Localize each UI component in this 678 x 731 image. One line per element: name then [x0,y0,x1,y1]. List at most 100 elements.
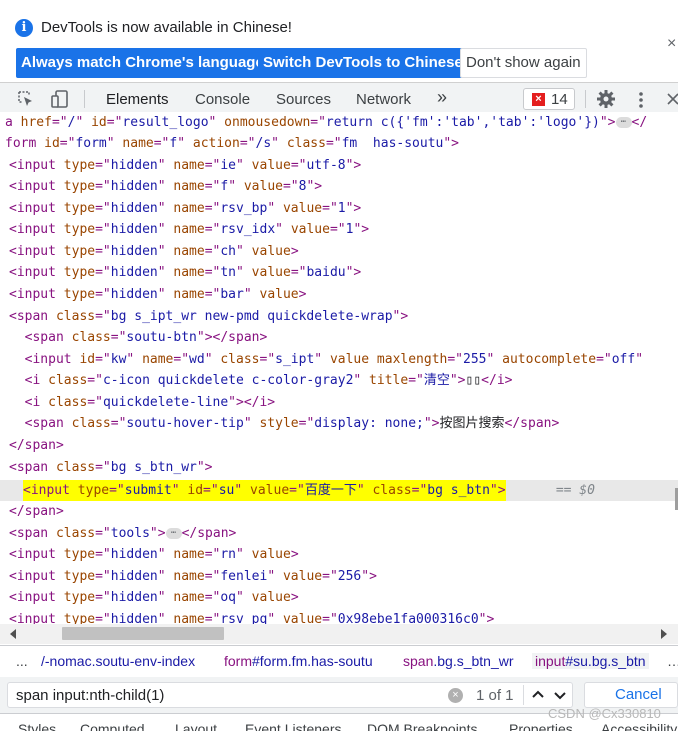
dom-line[interactable]: <input type="hidden" name="f" value="8"> [9,176,322,197]
tag-token: "></i> [228,395,276,410]
tag-token: "> [196,460,213,475]
scroll-left-arrow-icon[interactable] [10,629,16,639]
scroll-right-arrow-icon[interactable] [661,629,667,639]
tag-token: <span [9,416,72,431]
breadcrumb-item[interactable]: form#form.fm.has-soutu [224,653,373,669]
attr-value-token: 256 [337,569,362,584]
tag-token: "> [443,136,460,151]
cancel-search-button[interactable]: Cancel [584,682,678,708]
inspect-element-icon[interactable] [17,90,35,108]
dom-line[interactable]: <span class="bg s_btn_wr"> [9,457,213,478]
tag-token: =" [95,222,111,237]
dom-line[interactable]: <span class="soutu-hover-tip" style="dis… [9,413,560,434]
collapsed-ellipsis-icon[interactable]: ⋯ [165,528,182,539]
attr-value-token: return c({'fm':'tab','tab':'logo'}) [325,115,600,130]
attr-value-token: rsv_pq [220,612,268,624]
tag-token: =" [447,352,464,367]
tag-token: =" [95,547,111,562]
device-toolbar-icon[interactable] [50,89,70,109]
error-count-badge[interactable]: × 14 [523,88,575,110]
attr-value-token: quickdelete-line [102,395,229,410]
tag-token: > [290,547,299,562]
breadcrumb-more[interactable]: ... [16,653,28,669]
tag-token: " [157,590,174,605]
dont-show-again-button[interactable]: Don't show again [460,48,587,78]
dom-line[interactable]: <input type="hidden" name="tn" value="ba… [9,262,361,283]
horizontal-scrollbar-thumb[interactable] [62,627,224,640]
attr-name-token: name [173,265,205,280]
attr-name-token: type [63,265,96,280]
tag-token: =" [298,416,315,431]
dom-line[interactable]: <input type="hidden" name="ie" value="ut… [9,155,361,176]
tab-elements[interactable]: Elements [106,91,169,108]
tag-token: "> [361,569,377,584]
attr-name-token: action [192,136,240,151]
tab-console[interactable]: Console [195,91,250,108]
more-tabs-icon[interactable]: » [437,87,447,108]
attr-value-token: submit [124,483,172,498]
next-match-icon[interactable] [551,686,569,704]
tag-token: <input [9,158,64,173]
attr-name-token: onmousedown [224,115,311,130]
attr-value-token: 1 [337,201,346,216]
toolbar-divider [585,90,586,108]
attr-name-token: id [187,483,204,498]
tag-token: " [177,136,193,151]
dom-line[interactable]: </span> [9,435,64,456]
dom-line[interactable]: <input type="hidden" name="rn" value> [9,544,299,565]
dom-line[interactable]: <input type="hidden" name="oq" value> [9,587,299,608]
breadcrumb-item-selected[interactable]: input#su.bg.s_btn [532,653,649,669]
always-match-language-button[interactable]: Always match Chrome's language [16,48,269,78]
search-input[interactable]: span input:nth-child(1) × 1 of 1 [7,682,573,708]
tag-token: "> [149,526,166,541]
tag-token: "> [489,483,506,498]
dom-tree[interactable]: a href="/" id="result_logo" onmousedown=… [0,112,678,624]
info-icon: i [15,19,33,37]
dom-line-selected[interactable]: <input type="submit" id="su" value="百度一下… [23,480,506,501]
dom-line[interactable]: <i class="c-icon quickdelete c-color-gra… [9,370,513,391]
tag-token: =" [204,158,221,173]
attr-value-token: hidden [110,287,158,302]
dom-line[interactable]: <input type="hidden" name="bar" value> [9,284,306,305]
clear-search-icon[interactable]: × [448,688,463,703]
attr-value-token: ch [220,244,237,259]
infobar-close-icon[interactable]: × [667,35,676,53]
dom-line[interactable]: <span class="bg s_ipt_wr new-pmd quickde… [9,306,408,327]
dom-line[interactable]: <i class="quickdelete-line"></i> [9,392,276,413]
horizontal-scrollbar[interactable] [0,624,678,644]
previous-match-icon[interactable] [529,686,547,704]
more-vertical-icon[interactable] [636,90,646,110]
dom-line[interactable]: <span class="tools"> ⋯ </span> [9,523,236,544]
dom-line[interactable]: <span class="soutu-btn"></span> [9,327,268,348]
attr-name-token: value [251,590,291,605]
tag-token: </span> [9,438,64,453]
attr-value-token: display: none; [314,416,424,431]
dom-line[interactable]: <input id="kw" name="wd" class="s_ipt" v… [9,349,643,370]
tag-token: " [356,483,373,498]
tab-network[interactable]: Network [356,91,411,108]
dom-line[interactable]: <input type="hidden" name="rsv_bp" value… [9,198,361,219]
dom-line[interactable]: <input type="hidden" name="rsv_idx" valu… [9,219,369,240]
tag-token: </ [631,115,648,130]
breadcrumb-overflow[interactable]: … [667,653,678,669]
toolbar-divider [84,90,85,108]
dom-line[interactable]: </span> [9,501,64,522]
tag-token: <input [9,612,64,624]
settings-gear-icon[interactable] [596,89,616,109]
close-devtools-icon[interactable] [667,93,678,105]
tag-token: =" [329,222,346,237]
tab-sources[interactable]: Sources [276,91,331,108]
breadcrumb-item[interactable]: /-nomac.soutu-env-index [41,653,195,669]
breadcrumb-item[interactable]: span.bg.s_btn_wr [403,653,514,669]
dom-line[interactable]: a href="/" id="result_logo" onmousedown=… [5,112,647,133]
dom-line[interactable]: <input type="hidden" name="fenlei" value… [9,566,377,587]
switch-to-chinese-button[interactable]: Switch DevTools to Chinese [258,48,468,78]
dom-line[interactable]: form id="form" name="f" action="/s" clas… [5,133,459,154]
tag-token: " [157,222,174,237]
tag-token: =" [259,352,276,367]
tag-token: =" [596,352,612,367]
collapsed-ellipsis-icon[interactable]: ⋯ [615,117,632,128]
dom-line[interactable]: <input type="hidden" name="rsv_pq" value… [9,609,494,624]
dom-line[interactable]: <input type="hidden" name="ch" value> [9,241,299,262]
tag-token: =" [204,590,221,605]
